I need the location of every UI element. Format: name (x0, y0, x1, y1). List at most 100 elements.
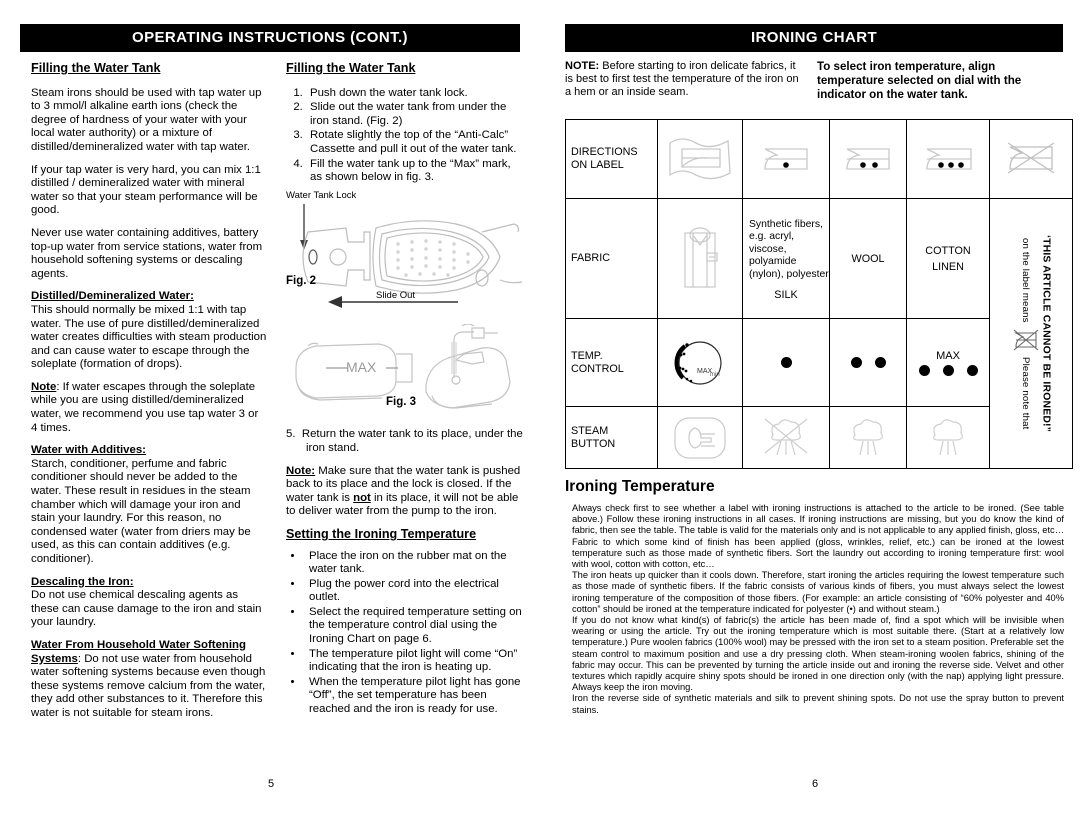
temperature-dot (966, 364, 978, 376)
cotton-label: COTTON (925, 244, 971, 257)
cell-temp-one-dot (742, 318, 830, 407)
list-item: When the temperature pilot light has gon… (304, 676, 523, 717)
filling-steps-list: Push down the water tank lock. Slide out… (286, 87, 523, 185)
ironing-temp-paragraph-1: Always check first to see whether a labe… (572, 503, 1064, 570)
max-label: MAX (936, 349, 960, 362)
steam-cloud-icon (933, 418, 963, 455)
temperature-dot (780, 357, 792, 368)
iron-crossed-icon (1007, 142, 1055, 174)
cell-cotton-linen: COTTON LINEN (906, 198, 990, 319)
descaling-subheading: Descaling the Iron: (31, 575, 134, 588)
list-item: Select the required temperature setting … (304, 606, 523, 647)
temperature-dot (850, 357, 862, 368)
cell-steam-crossed (742, 406, 830, 469)
distilled-note-paragraph: Note: If water escapes through the solep… (31, 381, 267, 435)
figure-3-label: Fig. 3 (386, 396, 417, 409)
linen-label: LINEN (932, 260, 964, 273)
table-row: FABRIC Synthetic fibers, e.g. acryl, vis… (565, 198, 1073, 469)
left-column-a: Filling the Water Tank Steam irons shoul… (31, 61, 267, 730)
ironing-temperature-body: Always check first to see whether a labe… (572, 503, 1064, 716)
svg-text:min: min (710, 372, 720, 378)
cell-steam-button (657, 406, 743, 469)
steam-crossed-icon (764, 418, 808, 455)
cell-temp-two-dots (829, 318, 907, 407)
ironing-temp-paragraph-4: Iron the reverse side of synthetic mater… (572, 693, 1064, 715)
align-temperature-note: To select iron temperature, align temper… (817, 60, 1022, 101)
cell-iron-crossed (989, 119, 1073, 199)
cell-steam-cloud-cotton (906, 406, 990, 469)
paragraph-never-additives: Never use water containing additives, ba… (31, 226, 263, 280)
operating-instructions-banner: OPERATING INSTRUCTIONS (CONT.) (20, 24, 520, 52)
page-number-right: 6 (812, 778, 819, 790)
paragraph-tap-water: Steam irons should be used with tap wate… (31, 86, 262, 153)
ironing-note-row: NOTE: Before starting to iron delicate f… (565, 60, 1065, 102)
cell-wool: WOOL (829, 198, 907, 319)
list-item: Fill the water tank up to the “Max” mark… (306, 158, 523, 185)
cell-iron-two-dots (829, 119, 907, 199)
temperature-dot (918, 364, 930, 376)
cell-shirt-icon (657, 198, 743, 319)
paragraph-hard-water: If your tap water is very hard, you can … (31, 163, 261, 217)
row-label-temp-control: TEMP. CONTROL (565, 318, 658, 407)
step-5-number: 5. (286, 428, 296, 441)
cell-cannot-be-ironed-note: ‘THIS ARTICLE CANNOT BE IRONED!” Please … (989, 198, 1073, 469)
list-item: Push down the water tank lock. (306, 87, 523, 101)
cell-fabric-wave (657, 119, 743, 199)
silk-label: SILK (774, 289, 798, 302)
cell-temp-three-dots-max: MAX (906, 318, 990, 407)
row-label-line-2: BUTTON (571, 437, 616, 450)
left-page: OPERATING INSTRUCTIONS (CONT.) Filling t… (0, 0, 548, 834)
row-label-line-2: ON LABEL (571, 159, 624, 171)
figure-3: MAX Fig. 3 (286, 324, 523, 416)
dot-group-one (743, 357, 829, 368)
synthetic-fibers-text: Synthetic fibers, e.g. acryl, viscose, p… (749, 218, 829, 280)
ironing-chart-table: DIRECTIONS ON LABEL FABRIC Synthetic fib… (565, 119, 1073, 469)
temperature-dial-icon: MAX min (674, 340, 722, 385)
ironing-temp-paragraph-2: The iron heats up quicker than it cools … (572, 570, 1064, 614)
cell-iron-three-dots (906, 119, 990, 199)
cell-synthetic-fibers: Synthetic fibers, e.g. acryl, viscose, p… (742, 198, 830, 319)
water-tank-note-paragraph: Note: Make sure that the water tank is p… (286, 465, 523, 519)
ironing-temp-paragraph-3: If you do not know what kind(s) of fabri… (572, 615, 1064, 693)
list-item: Place the iron on the rubber mat on the … (304, 550, 523, 577)
distilled-water-subheading: Distilled/Demineralized Water: (31, 290, 194, 303)
row-label-line-1: TEMP. (571, 349, 603, 362)
please-note-that-text: Please note that (1020, 356, 1031, 430)
ironing-note: NOTE: Before starting to iron delicate f… (565, 60, 803, 102)
note-emphasis: not (353, 491, 371, 504)
iron-two-dots-icon (846, 148, 890, 170)
row-label-line-2: CONTROL (571, 362, 624, 375)
note-text: : If water escapes through the soleplate… (31, 380, 259, 434)
dot-group-three (907, 364, 989, 376)
temperature-dot (874, 357, 886, 368)
cell-steam-cloud-wool (829, 406, 907, 469)
filling-water-tank-heading: Filling the Water Tank (31, 61, 161, 75)
filling-water-tank-steps-heading: Filling the Water Tank (286, 61, 416, 75)
water-additives-body: Starch, conditioner, perfume and fabric … (31, 457, 251, 565)
step-5-text: Return the water tank to its place, unde… (301, 428, 523, 454)
cell-iron-one-dot (742, 119, 830, 199)
ironing-chart-banner: IRONING CHART (565, 24, 1063, 52)
note-label: Note: (286, 464, 316, 477)
temperature-dot (942, 364, 954, 376)
note-label: Note (31, 380, 57, 393)
on-the-label-means-text: on the label means (1020, 237, 1031, 323)
setting-temperature-bullets: Place the iron on the rubber mat on the … (286, 550, 523, 717)
row-label-fabric: FABRIC (565, 198, 658, 319)
dot-group-two (830, 357, 906, 368)
note-text: Before starting to iron delicate fabrics… (565, 60, 799, 98)
left-column-b: Filling the Water Tank Push down the wat… (286, 61, 523, 718)
note-label: NOTE: (565, 60, 600, 72)
list-item: Slide out the water tank from under the … (306, 101, 523, 128)
water-tank-lock-callout: Water Tank Lock (286, 189, 357, 201)
steam-button-icon (674, 416, 726, 459)
distilled-water-body: This should normally be mixed 1:1 with t… (31, 303, 267, 371)
figure-2-label: Fig. 2 (286, 274, 317, 287)
right-page: IRONING CHART NOTE: Before starting to i… (548, 0, 1080, 834)
descaling-body: Do not use chemical descaling agents as … (31, 589, 262, 629)
softening-systems-block: Water From Household Water Softening Sys… (31, 639, 267, 721)
page-number-left: 5 (268, 778, 275, 790)
max-mark-label: MAX (346, 359, 377, 375)
iron-one-dot-icon (764, 148, 808, 170)
list-item: Plug the power cord into the electrical … (304, 578, 523, 605)
